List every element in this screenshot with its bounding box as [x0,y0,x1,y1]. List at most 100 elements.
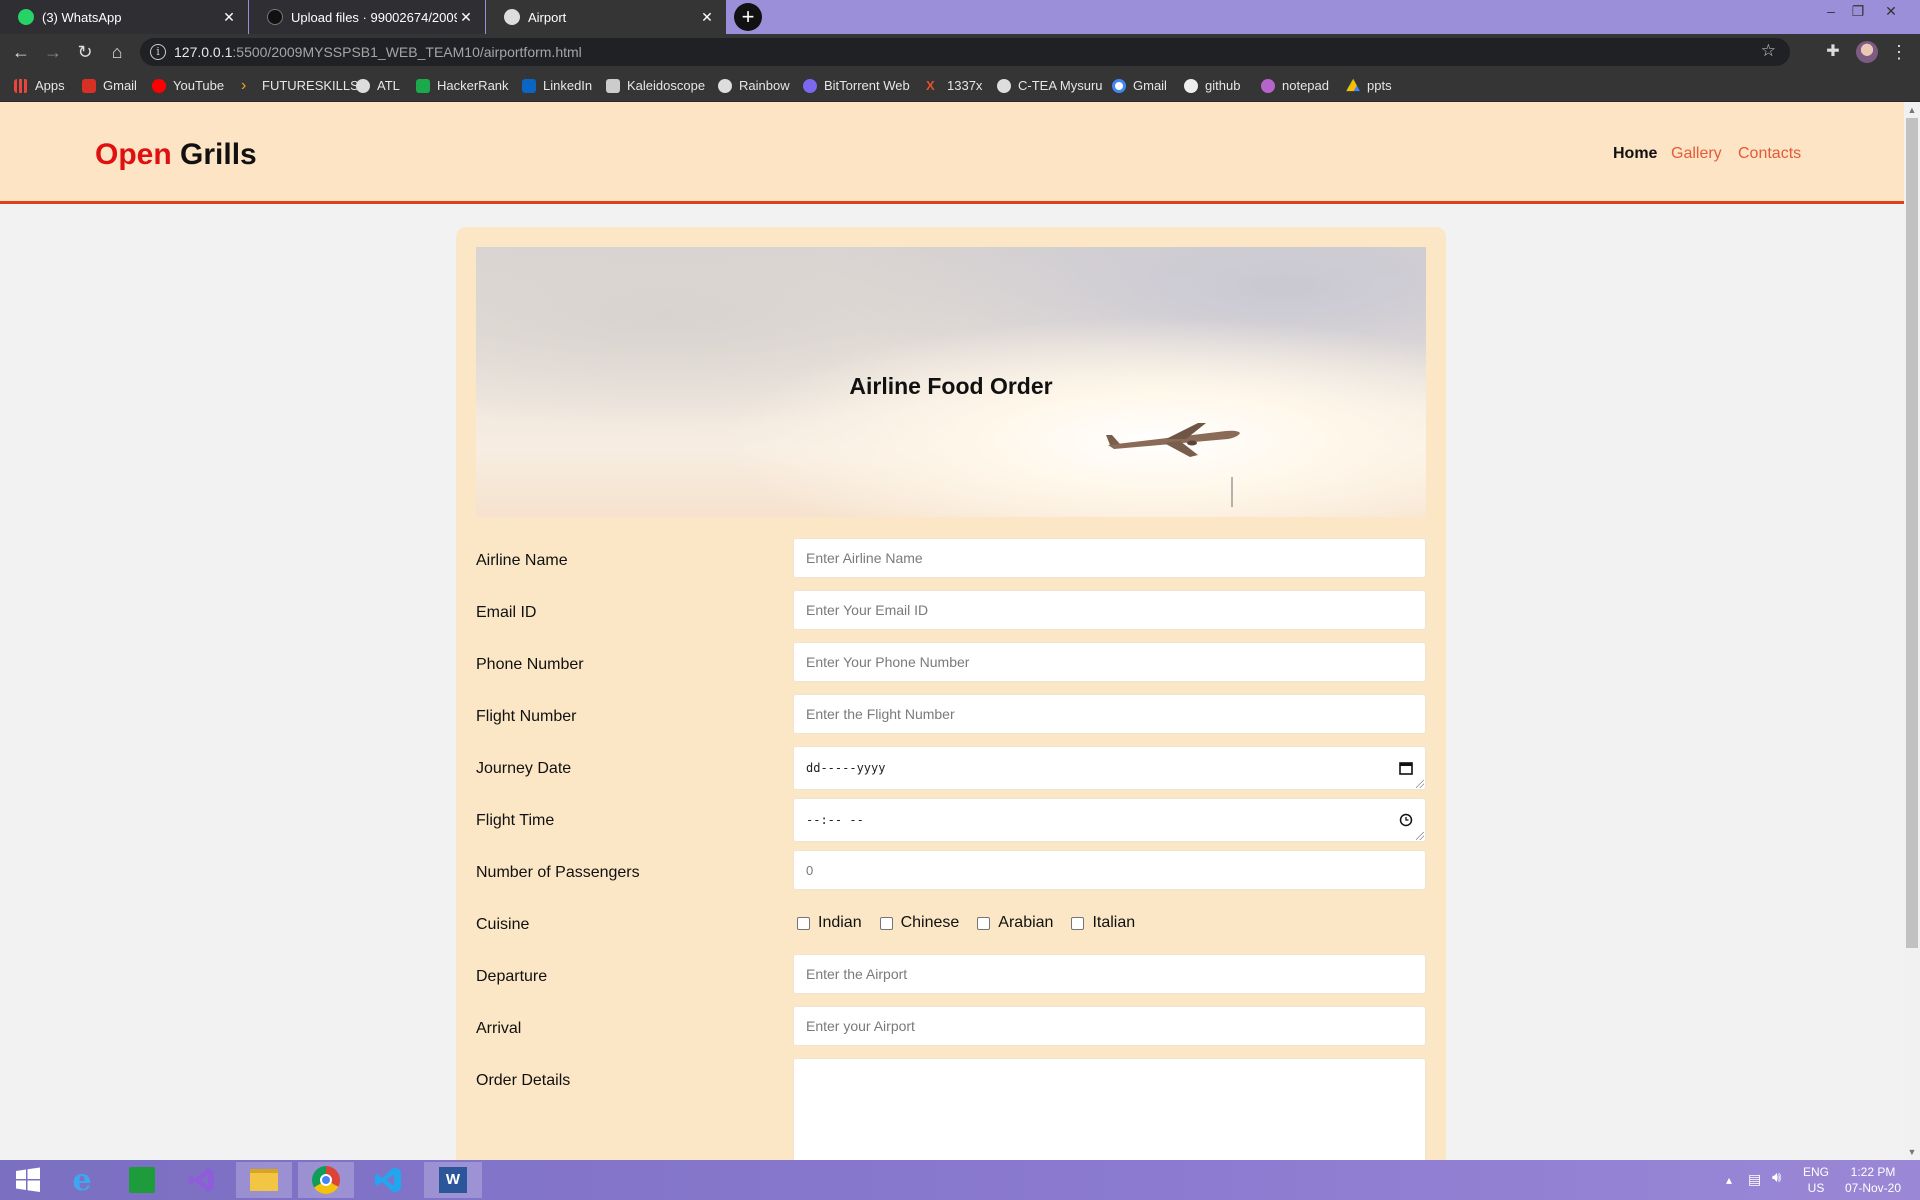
scroll-up-arrow-icon[interactable]: ▲ [1904,102,1920,118]
phone-input[interactable]: Enter Your Phone Number [793,642,1426,682]
flight-time-input[interactable]: --:-- -- [793,798,1426,842]
bookmark-linkedin[interactable]: LinkedIn [522,78,592,93]
minimize-icon[interactable]: – [1816,0,1846,30]
phone-placeholder: Enter Your Phone Number [806,654,970,670]
cuisine-option-label: Indian [818,914,862,931]
reload-icon[interactable]: ↻ [72,39,98,65]
forward-icon[interactable]: → [40,39,66,65]
journey-date-label: Journey Date [476,760,572,777]
italian-checkbox[interactable] [1071,916,1085,930]
volume-icon[interactable]: 🔊︎ [1772,1170,1781,1186]
home-icon[interactable]: ⌂ [104,39,130,65]
brand-logo[interactable]: Open Grills [95,138,257,172]
windows-start-icon[interactable] [0,1162,56,1198]
bookmark-ppts[interactable]: ppts [1346,78,1392,93]
language-indicator[interactable]: ENG US [1800,1164,1832,1196]
new-tab-button[interactable]: + [734,3,762,31]
bookmark-label: Rainbow [739,78,790,93]
info-icon[interactable]: i [150,44,166,60]
bookmark-hackerrank[interactable]: HackerRank [416,78,509,93]
profile-avatar[interactable] [1856,41,1878,63]
store-icon[interactable] [114,1162,170,1198]
journey-date-input[interactable]: dd-----yyyy [793,746,1426,790]
airline-name-row: Airline Name Enter Airline Name [476,538,1426,580]
bookmark-bittorrent[interactable]: BitTorrent Web [803,78,910,93]
order-form-card: Airline Food Order Airline Name Enter Ai… [456,227,1446,1160]
flight-time-label: Flight Time [476,812,555,829]
departure-input[interactable]: Enter the Airport [793,954,1426,994]
email-input[interactable]: Enter Your Email ID [793,590,1426,630]
cuisine-option-chinese[interactable]: Chinese [876,914,959,932]
chevron-icon: › [241,76,247,94]
nav-home[interactable]: Home [1613,145,1657,163]
chinese-checkbox[interactable] [879,916,893,930]
cuisine-option-indian[interactable]: Indian [793,914,862,932]
arabian-checkbox[interactable] [977,916,991,930]
github-icon [267,9,283,25]
calendar-icon[interactable] [1399,761,1413,775]
order-details-label: Order Details [476,1072,571,1089]
close-icon[interactable]: ✕ [457,9,475,26]
bookmark-star-icon[interactable]: ☆ [1761,41,1776,61]
bookmark-gmail[interactable]: Gmail [82,78,137,93]
chrome-icon[interactable] [298,1162,354,1198]
network-icon[interactable]: ▤ [1748,1171,1761,1187]
internet-explorer-icon[interactable]: e [54,1162,110,1198]
bookmark-youtube[interactable]: YouTube [152,78,224,93]
tab-title: (3) WhatsApp [42,9,122,25]
youtube-icon [152,78,166,93]
url-path: :5500/2009MYSSPSB1_WEB_TEAM10/airportfor… [232,44,582,60]
clock-time: 1:22 PM [1850,1165,1896,1179]
scroll-thumb[interactable] [1906,118,1918,948]
close-window-icon[interactable]: ✕ [1876,0,1906,30]
bookmark-label: Gmail [1133,78,1167,93]
bookmark-rainbow[interactable]: Rainbow [718,78,790,93]
resize-handle[interactable] [1416,832,1424,840]
bookmark-1337x[interactable]: X 1337x [926,78,982,93]
back-icon[interactable]: ← [8,39,34,65]
file-explorer-icon[interactable] [236,1162,292,1198]
tab-whatsapp[interactable]: (3) WhatsApp ✕ [0,0,248,34]
bookmark-apps[interactable]: Apps [14,78,65,93]
passengers-placeholder: 0 [806,862,814,878]
cuisine-option-arabian[interactable]: Arabian [973,914,1053,932]
bookmark-github[interactable]: github [1184,78,1240,93]
passengers-input[interactable]: 0 [793,850,1426,890]
menu-icon[interactable]: ⋮ [1886,39,1912,65]
vscode-icon[interactable] [360,1162,416,1198]
bookmark-label: YouTube [173,78,225,93]
page-scrollbar[interactable]: ▲ ▼ [1904,102,1920,1160]
clock-icon[interactable] [1399,813,1413,827]
arrival-input[interactable]: Enter your Airport [793,1006,1426,1046]
bookmark-futureskills[interactable]: › FUTURESKILLS [241,76,359,94]
close-icon[interactable]: ✕ [698,9,716,26]
close-icon[interactable]: ✕ [220,9,238,26]
extensions-icon[interactable]: ✚ [1820,39,1846,65]
airline-name-input[interactable]: Enter Airline Name [793,538,1426,578]
bookmark-google-gmail[interactable]: Gmail [1112,78,1167,93]
restore-icon[interactable]: ❐ [1843,0,1873,30]
address-bar[interactable]: i 127.0.0.1:5500/2009MYSSPSB1_WEB_TEAM10… [140,38,1790,66]
tab-airport[interactable]: Airport ✕ [486,0,726,34]
order-details-textarea[interactable] [793,1058,1426,1160]
bookmark-ctea-mysuru[interactable]: C-TEA Mysuru [997,78,1103,93]
flight-number-input[interactable]: Enter the Flight Number [793,694,1426,734]
system-clock[interactable]: 1:22 PM 07-Nov-20 [1838,1164,1908,1196]
visual-studio-icon[interactable] [174,1162,230,1198]
tray-expand-icon[interactable]: ▴ [1726,1172,1732,1188]
departure-label: Departure [476,968,548,985]
cuisine-option-italian[interactable]: Italian [1067,914,1135,932]
indian-checkbox[interactable] [797,916,810,930]
scroll-down-arrow-icon[interactable]: ▼ [1904,1144,1920,1160]
resize-handle[interactable] [1416,780,1424,788]
word-icon[interactable]: W [424,1162,482,1198]
bookmark-atl[interactable]: ATL [356,78,400,93]
bookmark-notepad[interactable]: notepad [1261,78,1329,93]
nav-gallery[interactable]: Gallery [1671,145,1722,163]
tab-upload-files[interactable]: Upload files · 99002674/2009MYSSPSB1_WEB… [249,0,485,34]
tab-title: Upload files · 99002674/2009MYSSPSB1_WEB… [291,9,457,25]
nav-contacts[interactable]: Contacts [1738,145,1801,163]
journey-date-row: Journey Date dd-----yyyy [476,746,1426,790]
bookmark-kaleidoscope[interactable]: Kaleidoscope [606,78,705,93]
notepad-icon [1261,78,1275,93]
